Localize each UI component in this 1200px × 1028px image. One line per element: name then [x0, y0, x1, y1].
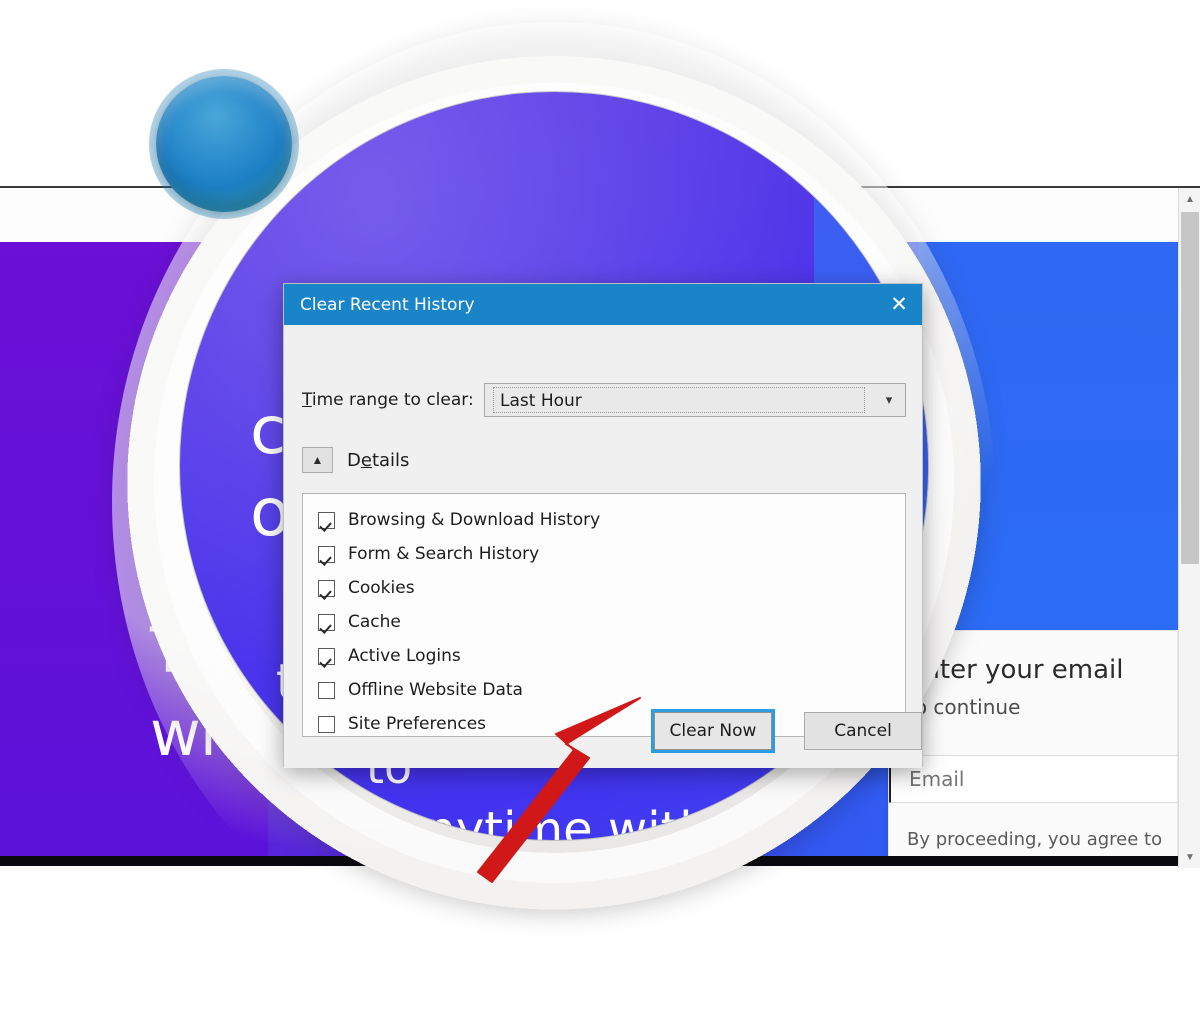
time-range-label-rest: ime range to clear: — [311, 390, 474, 410]
time-range-accelerator: T — [302, 390, 312, 410]
time-range-label: Time range to clear: — [302, 390, 484, 410]
page-bottom-black-bar — [0, 856, 1178, 866]
close-icon[interactable]: ✕ — [876, 284, 922, 325]
scrollbar-up-icon[interactable]: ▲ — [1179, 188, 1200, 210]
details-label: Details — [347, 450, 409, 471]
login-terms-pre: By proceeding, you agree to the — [907, 829, 1163, 856]
details-row: ▲ Details — [302, 447, 409, 473]
checkbox-checked-icon[interactable] — [318, 647, 335, 665]
details-label-pre: D — [347, 449, 361, 471]
clear-recent-history-dialog: Clear Recent History ✕ Time range to cle… — [283, 283, 923, 768]
browser-chrome-strip — [0, 0, 1200, 188]
details-toggle-button[interactable]: ▲ — [302, 447, 333, 473]
login-card-subtitle: to continue — [907, 695, 1021, 719]
history-item-row[interactable]: Browsing & Download History — [303, 503, 905, 537]
login-card-title: Enter your email — [907, 655, 1124, 685]
history-item-row[interactable]: Cache — [303, 605, 905, 639]
details-label-post: tails — [371, 449, 410, 471]
dialog-footer: Clear Now Cancel — [284, 694, 924, 768]
history-item-label: Active Logins — [348, 646, 461, 666]
time-range-select[interactable]: Last Hour ▾ — [484, 383, 906, 417]
scrollbar-thumb[interactable] — [1181, 212, 1199, 564]
history-item-row[interactable]: Cookies — [303, 571, 905, 605]
chevron-down-icon[interactable]: ▾ — [882, 393, 896, 407]
scrollbar-down-icon[interactable]: ▼ — [1179, 846, 1200, 868]
details-accelerator: e — [360, 449, 372, 471]
dialog-titlebar: Clear Recent History ✕ — [284, 284, 922, 325]
cancel-button[interactable]: Cancel — [804, 712, 922, 750]
history-item-label: Browsing & Download History — [348, 510, 601, 530]
checkbox-checked-icon[interactable] — [318, 579, 335, 597]
email-field[interactable] — [889, 755, 1177, 803]
time-range-row: Time range to clear: Last Hour ▾ — [302, 383, 906, 417]
checkbox-checked-icon[interactable] — [318, 545, 335, 563]
dialog-body: Time range to clear: Last Hour ▾ ▲ Detai… — [284, 325, 922, 768]
login-terms-text: By proceeding, you agree to the Terms of… — [907, 827, 1177, 856]
history-item-row[interactable]: Form & Search History — [303, 537, 905, 571]
clear-now-button[interactable]: Clear Now — [651, 709, 775, 753]
page-top-white-band — [0, 190, 1200, 242]
page-scrollbar[interactable]: ▲ ▼ — [1178, 188, 1200, 868]
checkbox-checked-icon[interactable] — [318, 511, 335, 529]
history-item-row[interactable]: Active Logins — [303, 639, 905, 673]
history-item-label: Cache — [348, 612, 401, 632]
dialog-title: Clear Recent History — [300, 294, 475, 315]
time-range-selected-value[interactable]: Last Hour — [493, 387, 865, 413]
history-item-label: Cookies — [348, 578, 415, 598]
login-card: Enter your email to continue By proceedi… — [888, 630, 1178, 856]
history-item-label: Form & Search History — [348, 544, 540, 564]
checkbox-checked-icon[interactable] — [318, 613, 335, 631]
